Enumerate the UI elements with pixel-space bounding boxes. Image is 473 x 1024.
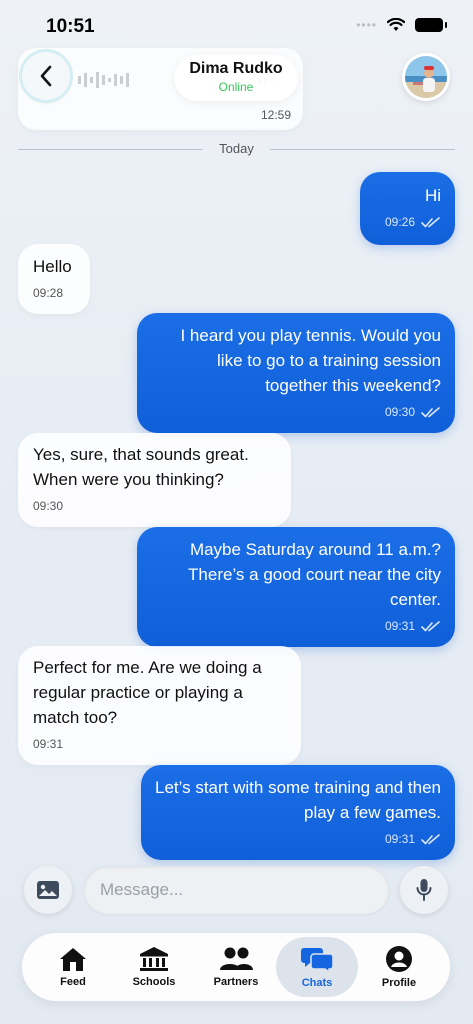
home-icon xyxy=(60,948,86,971)
message-bubble-outgoing[interactable]: Hi 09:26 xyxy=(360,172,455,245)
tab-label: Partners xyxy=(213,976,259,988)
chat-bubbles-icon xyxy=(301,948,334,973)
message-bubble-incoming[interactable]: Perfect for me. Are we doing a regular p… xyxy=(18,646,301,765)
contact-name: Dima Rudko xyxy=(189,60,283,77)
double-check-icon xyxy=(421,834,440,845)
contact-status: Online xyxy=(218,80,254,94)
message-bubble-outgoing[interactable]: I heard you play tennis. Would you like … xyxy=(137,313,455,433)
previous-message-time: 12:59 xyxy=(260,108,291,122)
message-time: 09:30 xyxy=(33,499,64,513)
tab-label: Schools xyxy=(132,976,176,988)
signal-icon: •••• xyxy=(356,18,377,32)
divider-line xyxy=(270,149,455,150)
tab-partners[interactable]: Partners xyxy=(195,937,277,997)
double-check-icon xyxy=(421,621,440,632)
status-time: 10:51 xyxy=(46,16,95,37)
image-icon xyxy=(37,881,59,899)
double-check-icon xyxy=(421,407,440,418)
attach-photo-button[interactable] xyxy=(24,866,72,914)
status-bar: 10:51 •••• xyxy=(0,0,473,50)
message-bubble-incoming[interactable]: Yes, sure, that sounds great. When were … xyxy=(18,433,291,527)
message-text: Hi xyxy=(424,186,441,205)
tab-label: Feed xyxy=(60,976,86,988)
message-time: 09:26 xyxy=(384,215,415,229)
message-text: Yes, sure, that sounds great. When were … xyxy=(33,445,249,489)
message-bubble-incoming[interactable]: Hello 09:28 xyxy=(18,244,90,314)
tab-feed[interactable]: Feed xyxy=(32,937,114,997)
back-button[interactable] xyxy=(22,52,70,100)
message-time: 09:31 xyxy=(384,619,415,633)
microphone-icon xyxy=(416,879,432,901)
message-text: Hello xyxy=(33,257,72,276)
message-text: Let’s start with some training and then … xyxy=(155,778,442,822)
avatar-photo xyxy=(405,56,447,98)
tab-profile[interactable]: Profile xyxy=(358,937,440,997)
voice-record-button[interactable] xyxy=(400,866,448,914)
battery-icon xyxy=(415,18,447,32)
tab-schools[interactable]: Schools xyxy=(113,937,195,997)
avatar[interactable] xyxy=(402,53,450,101)
message-time: 09:31 xyxy=(33,737,64,751)
message-text: Perfect for me. Are we doing a regular p… xyxy=(33,658,262,727)
message-time: 09:31 xyxy=(384,832,415,846)
tab-label: Profile xyxy=(381,977,417,989)
day-divider: Today xyxy=(18,140,455,158)
message-text: Maybe Saturday around 11 a.m.? There’s a… xyxy=(188,540,441,609)
user-circle-icon xyxy=(386,946,412,972)
message-text: I heard you play tennis. Would you like … xyxy=(180,326,441,395)
message-input[interactable] xyxy=(84,866,389,914)
message-time: 09:30 xyxy=(384,405,415,419)
people-icon xyxy=(220,947,253,970)
wifi-icon xyxy=(387,18,405,31)
tab-chats[interactable]: Chats xyxy=(276,937,358,997)
message-time: 09:28 xyxy=(33,286,64,300)
contact-header[interactable]: Dima Rudko Online xyxy=(174,55,298,101)
status-icons: •••• xyxy=(356,18,447,32)
message-bubble-outgoing[interactable]: Let’s start with some training and then … xyxy=(141,765,455,860)
bank-icon xyxy=(140,947,168,971)
chevron-left-icon xyxy=(40,65,52,87)
message-bubble-outgoing[interactable]: Maybe Saturday around 11 a.m.? There’s a… xyxy=(137,527,455,647)
double-check-icon xyxy=(421,217,440,228)
tab-label: Chats xyxy=(301,977,333,989)
tab-bar: Feed Schools Partners Chats Profile xyxy=(22,933,450,1001)
